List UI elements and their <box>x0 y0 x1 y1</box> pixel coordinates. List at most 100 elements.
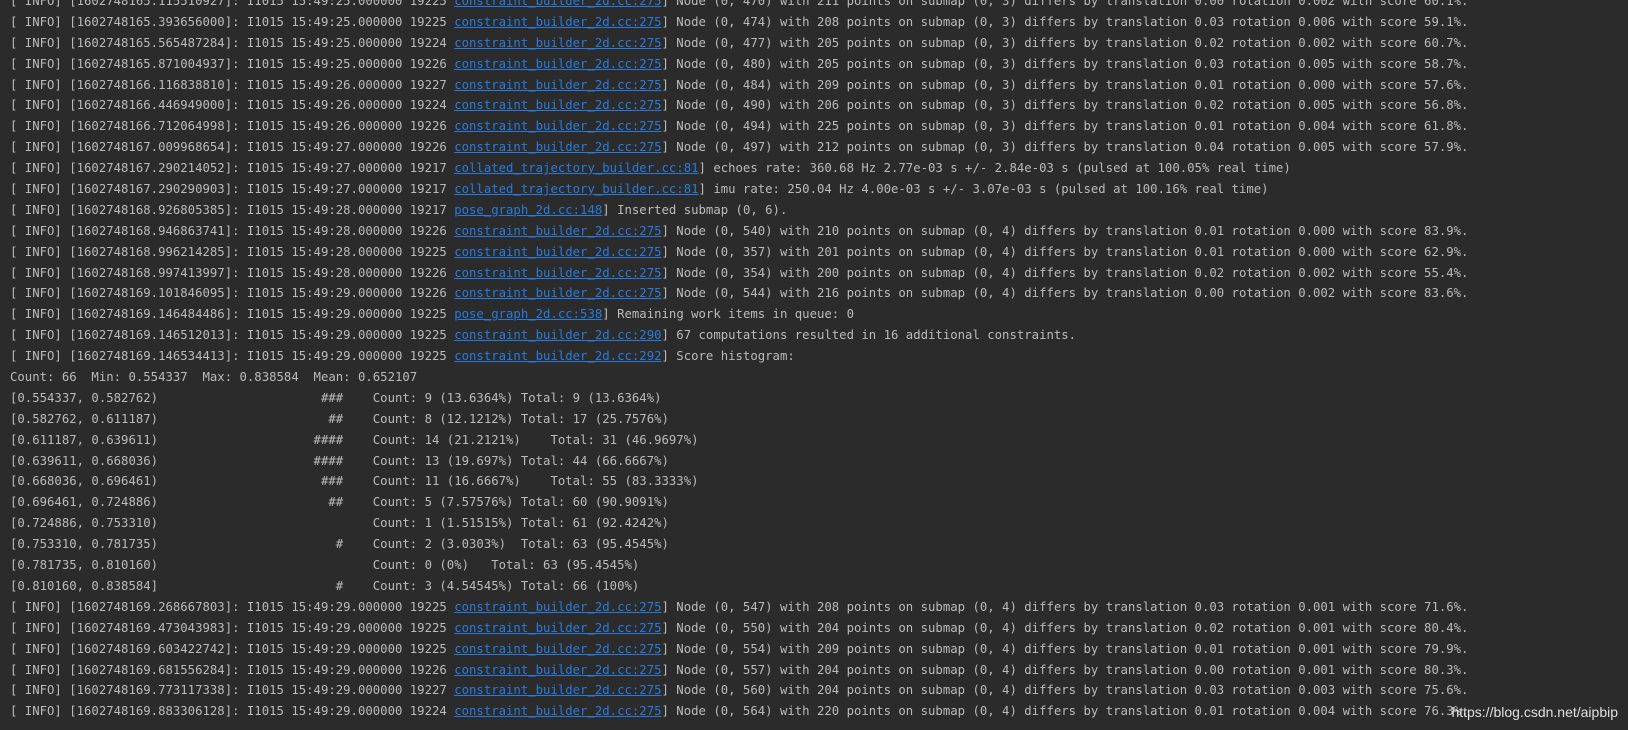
log-line: [ INFO] [1602748166.116838810]: I1015 15… <box>10 75 1468 96</box>
log-message: ] Node (0, 547) with 208 points on subma… <box>661 599 1469 614</box>
source-file-link[interactable]: pose_graph_2d.cc:538 <box>454 307 602 321</box>
histogram-line: [0.582762, 0.611187) ## Count: 8 (12.121… <box>10 409 1468 430</box>
console-output: [ INFO] [1602748165.115510927]: I1015 15… <box>10 0 1468 722</box>
log-prefix: [ INFO] [1602748167.290214052]: I1015 15… <box>10 161 455 176</box>
source-file-link[interactable]: constraint_builder_2d.cc:275 <box>454 663 661 677</box>
log-message: ] Node (0, 554) with 209 points on subma… <box>661 641 1469 656</box>
log-prefix: [ INFO] [1602748165.393656000]: I1015 15… <box>10 14 455 29</box>
log-text: [0.753310, 0.781735) # Count: 2 (3.0303%… <box>10 537 669 552</box>
log-message: ] Score histogram: <box>661 349 795 364</box>
log-prefix: [ INFO] [1602748168.946863741]: I1015 15… <box>10 223 455 238</box>
source-file-link[interactable]: constraint_builder_2d.cc:275 <box>454 224 661 238</box>
log-message: ] Node (0, 550) with 204 points on subma… <box>661 620 1469 635</box>
log-line: [ INFO] [1602748167.009968654]: I1015 15… <box>10 137 1468 158</box>
source-file-link[interactable]: constraint_builder_2d.cc:275 <box>454 704 661 718</box>
log-line: [ INFO] [1602748168.996214285]: I1015 15… <box>10 242 1468 263</box>
log-message: ] Node (0, 357) with 201 points on subma… <box>661 244 1469 259</box>
log-message: ] Node (0, 354) with 200 points on subma… <box>661 265 1469 280</box>
log-line: [ INFO] [1602748166.712064998]: I1015 15… <box>10 116 1468 137</box>
source-file-link[interactable]: constraint_builder_2d.cc:275 <box>454 266 661 280</box>
log-prefix: [ INFO] [1602748167.290290903]: I1015 15… <box>10 182 455 197</box>
log-prefix: [ INFO] [1602748169.146512013]: I1015 15… <box>10 328 455 343</box>
log-prefix: [ INFO] [1602748168.926805385]: I1015 15… <box>10 202 455 217</box>
source-file-link[interactable]: constraint_builder_2d.cc:290 <box>454 328 661 342</box>
log-prefix: [ INFO] [1602748169.101846095]: I1015 15… <box>10 286 455 301</box>
log-line: [ INFO] [1602748169.101846095]: I1015 15… <box>10 283 1468 304</box>
log-prefix: [ INFO] [1602748166.446949000]: I1015 15… <box>10 98 455 113</box>
histogram-line: [0.668036, 0.696461) ### Count: 11 (16.6… <box>10 471 1468 492</box>
log-line: [ INFO] [1602748169.473043983]: I1015 15… <box>10 618 1468 639</box>
log-line: [ INFO] [1602748165.871004937]: I1015 15… <box>10 54 1468 75</box>
log-text: [0.668036, 0.696461) ### Count: 11 (16.6… <box>10 474 699 489</box>
log-prefix: [ INFO] [1602748169.146534413]: I1015 15… <box>10 349 455 364</box>
log-message: ] Remaining work items in queue: 0 <box>602 307 854 322</box>
log-text: [0.724886, 0.753310) Count: 1 (1.51515%)… <box>10 516 669 531</box>
log-line: [ INFO] [1602748169.268667803]: I1015 15… <box>10 597 1468 618</box>
histogram-line: [0.696461, 0.724886) ## Count: 5 (7.5757… <box>10 492 1468 513</box>
log-line: [ INFO] [1602748168.946863741]: I1015 15… <box>10 221 1468 242</box>
source-file-link[interactable]: constraint_builder_2d.cc:275 <box>454 683 661 697</box>
log-message: ] Node (0, 540) with 210 points on subma… <box>661 223 1469 238</box>
histogram-line: [0.611187, 0.639611) #### Count: 14 (21.… <box>10 430 1468 451</box>
log-prefix: [ INFO] [1602748169.773117338]: I1015 15… <box>10 683 455 698</box>
source-file-link[interactable]: constraint_builder_2d.cc:275 <box>454 0 661 8</box>
log-line: [ INFO] [1602748168.997413997]: I1015 15… <box>10 263 1468 284</box>
source-file-link[interactable]: constraint_builder_2d.cc:275 <box>454 642 661 656</box>
log-prefix: [ INFO] [1602748165.871004937]: I1015 15… <box>10 56 455 71</box>
histogram-line: [0.753310, 0.781735) # Count: 2 (3.0303%… <box>10 534 1468 555</box>
log-text: Count: 66 Min: 0.554337 Max: 0.838584 Me… <box>10 370 418 385</box>
log-line: [ INFO] [1602748169.603422742]: I1015 15… <box>10 639 1468 660</box>
source-file-link[interactable]: pose_graph_2d.cc:148 <box>454 203 602 217</box>
source-file-link[interactable]: collated_trajectory_builder.cc:81 <box>454 182 698 196</box>
source-file-link[interactable]: constraint_builder_2d.cc:275 <box>454 286 661 300</box>
log-prefix: [ INFO] [1602748169.603422742]: I1015 15… <box>10 641 455 656</box>
log-prefix: [ INFO] [1602748168.996214285]: I1015 15… <box>10 244 455 259</box>
log-text: [0.611187, 0.639611) #### Count: 14 (21.… <box>10 432 699 447</box>
log-prefix: [ INFO] [1602748169.473043983]: I1015 15… <box>10 620 455 635</box>
source-file-link[interactable]: constraint_builder_2d.cc:275 <box>454 57 661 71</box>
log-line: [ INFO] [1602748168.926805385]: I1015 15… <box>10 200 1468 221</box>
log-message: ] Node (0, 557) with 204 points on subma… <box>661 662 1469 677</box>
log-line: [ INFO] [1602748169.146512013]: I1015 15… <box>10 325 1468 346</box>
source-file-link[interactable]: constraint_builder_2d.cc:275 <box>454 600 661 614</box>
source-file-link[interactable]: constraint_builder_2d.cc:275 <box>454 140 661 154</box>
source-file-link[interactable]: constraint_builder_2d.cc:275 <box>454 245 661 259</box>
source-file-link[interactable]: collated_trajectory_builder.cc:81 <box>454 161 698 175</box>
log-message: ] imu rate: 250.04 Hz 4.00e-03 s +/- 3.0… <box>698 182 1269 197</box>
log-message: ] Inserted submap (0, 6). <box>602 202 788 217</box>
log-line: [ INFO] [1602748169.146534413]: I1015 15… <box>10 346 1468 367</box>
log-line: [ INFO] [1602748169.883306128]: I1015 15… <box>10 701 1468 722</box>
log-prefix: [ INFO] [1602748169.146484486]: I1015 15… <box>10 307 455 322</box>
log-message: ] Node (0, 544) with 216 points on subma… <box>661 286 1469 301</box>
histogram-line: [0.724886, 0.753310) Count: 1 (1.51515%)… <box>10 513 1468 534</box>
log-line: [ INFO] [1602748165.393656000]: I1015 15… <box>10 12 1468 33</box>
log-message: ] Node (0, 560) with 204 points on subma… <box>661 683 1469 698</box>
log-line: [ INFO] [1602748169.773117338]: I1015 15… <box>10 680 1468 701</box>
log-message: ] Node (0, 484) with 209 points on subma… <box>661 77 1469 92</box>
log-text: [0.781735, 0.810160) Count: 0 (0%) Total… <box>10 558 640 573</box>
log-prefix: [ INFO] [1602748167.009968654]: I1015 15… <box>10 140 455 155</box>
watermark: https://blog.csdn.net/aipbip <box>1451 704 1618 720</box>
source-file-link[interactable]: constraint_builder_2d.cc:275 <box>454 78 661 92</box>
log-message: ] Node (0, 490) with 206 points on subma… <box>661 98 1469 113</box>
log-message: ] Node (0, 477) with 205 points on subma… <box>661 35 1469 50</box>
source-file-link[interactable]: constraint_builder_2d.cc:275 <box>454 36 661 50</box>
log-prefix: [ INFO] [1602748165.115510927]: I1015 15… <box>10 0 455 8</box>
log-prefix: [ INFO] [1602748169.883306128]: I1015 15… <box>10 704 455 719</box>
log-text: [0.696461, 0.724886) ## Count: 5 (7.5757… <box>10 495 669 510</box>
log-prefix: [ INFO] [1602748166.712064998]: I1015 15… <box>10 119 455 134</box>
log-message: ] Node (0, 480) with 205 points on subma… <box>661 56 1469 71</box>
log-text: [0.554337, 0.582762) ### Count: 9 (13.63… <box>10 390 662 405</box>
source-file-link[interactable]: constraint_builder_2d.cc:275 <box>454 119 661 133</box>
histogram-line: Count: 66 Min: 0.554337 Max: 0.838584 Me… <box>10 367 1468 388</box>
log-line: [ INFO] [1602748167.290214052]: I1015 15… <box>10 158 1468 179</box>
source-file-link[interactable]: constraint_builder_2d.cc:275 <box>454 98 661 112</box>
source-file-link[interactable]: constraint_builder_2d.cc:292 <box>454 349 661 363</box>
log-line: [ INFO] [1602748167.290290903]: I1015 15… <box>10 179 1468 200</box>
log-prefix: [ INFO] [1602748166.116838810]: I1015 15… <box>10 77 455 92</box>
source-file-link[interactable]: constraint_builder_2d.cc:275 <box>454 621 661 635</box>
log-message: ] Node (0, 470) with 211 points on subma… <box>661 0 1469 8</box>
log-prefix: [ INFO] [1602748165.565487284]: I1015 15… <box>10 35 455 50</box>
log-message: ] echoes rate: 360.68 Hz 2.77e-03 s +/- … <box>698 161 1291 176</box>
source-file-link[interactable]: constraint_builder_2d.cc:275 <box>454 15 661 29</box>
